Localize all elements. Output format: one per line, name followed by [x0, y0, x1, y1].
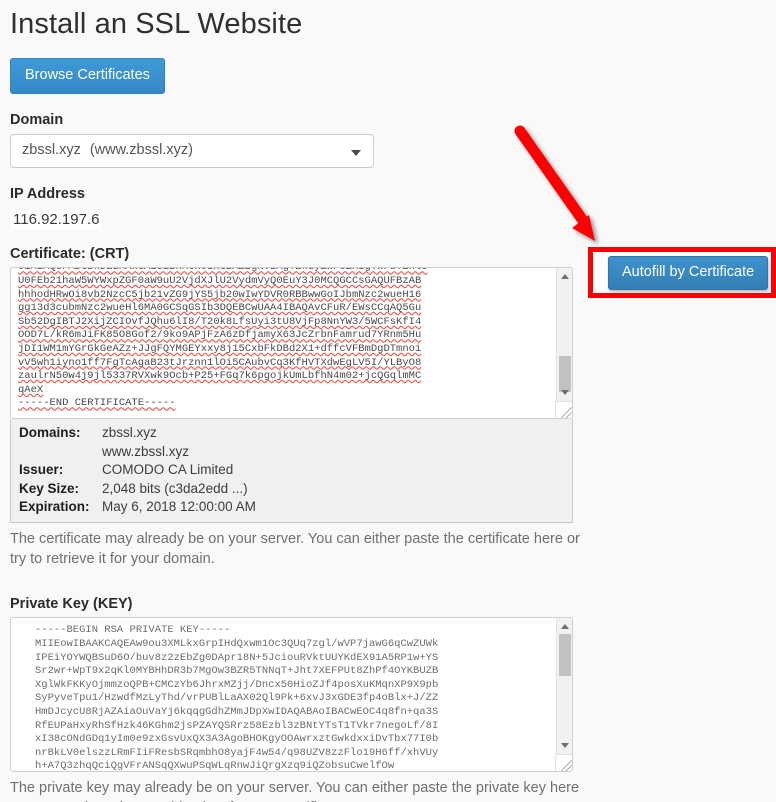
private-key-help-text: The private key may already be on your s… [10, 780, 580, 802]
certificate-info-box: Domains: zbssl.xyz www.zbssl.xyz Issuer:… [10, 419, 573, 524]
domain-label: Domain [10, 112, 64, 129]
install-ssl-website-page: Install an SSL Website Browse Certificat… [0, 0, 776, 802]
certificate-text: OiMzAQsFADCBkDELMAkGA1UEBhMCR0IxGzAZBgNV… [18, 267, 428, 410]
expiration-label: Expiration: [19, 499, 90, 515]
domains-label: Domains: [19, 425, 81, 441]
browse-certificates-button[interactable]: Browse Certificates [10, 58, 165, 95]
scroll-down-icon[interactable] [560, 743, 569, 749]
domains-value-secondary: www.zbssl.xyz [102, 443, 190, 459]
ip-address-label: IP Address [10, 186, 85, 203]
info-row-domains: Domains: zbssl.xyz [19, 424, 564, 442]
info-row-key-size: Key Size: 2,048 bits (c3da2edd ...) [19, 480, 564, 498]
scroll-up-icon[interactable] [560, 274, 569, 280]
issuer-value: COMODO CA Limited [102, 462, 234, 478]
private-key-textarea[interactable]: -----BEGIN RSA PRIVATE KEY----- MIIEowIB… [10, 617, 573, 773]
certificate-scrollbar[interactable] [556, 268, 572, 419]
resize-handle[interactable] [555, 401, 572, 419]
private-key-label: Private Key (KEY) [10, 596, 133, 613]
page-title: Install an SSL Website [10, 8, 303, 40]
ip-address-value: 116.92.197.6 [10, 210, 103, 230]
issuer-label: Issuer: [19, 462, 64, 478]
info-row-expiration: Expiration: May 6, 2018 12:00:00 AM [19, 498, 564, 516]
chevron-down-icon [351, 150, 361, 157]
domain-alias: (www.zbssl.xyz) [89, 142, 193, 159]
domain-name: zbssl.xyz [22, 142, 81, 159]
key-size-label: Key Size: [19, 480, 80, 496]
certificate-textarea[interactable]: OiMzAQsFADCBkDELMAkGA1UEBhMCR0IxGzAZBgNV… [10, 267, 573, 420]
info-row-issuer: Issuer: COMODO CA Limited [19, 461, 564, 479]
domain-select-value: zbssl.xyz (www.zbssl.xyz) [22, 142, 193, 158]
key-size-value: 2,048 bits (c3da2edd ...) [102, 480, 248, 496]
domains-value-primary: zbssl.xyz [102, 425, 157, 441]
scroll-up-icon[interactable] [560, 624, 569, 630]
expiration-value: May 6, 2018 12:00:00 AM [102, 499, 256, 515]
certificate-help-text: The certificate may already be on your s… [10, 531, 580, 568]
domain-select[interactable]: zbssl.xyz (www.zbssl.xyz) [10, 134, 374, 169]
private-key-text: -----BEGIN RSA PRIVATE KEY----- MIIEowIB… [35, 624, 439, 773]
scrollbar-thumb[interactable] [559, 356, 571, 393]
scrollbar-thumb[interactable] [559, 634, 571, 677]
private-key-scrollbar[interactable] [556, 618, 572, 772]
autofill-by-certificate-button[interactable]: Autofill by Certificate [608, 256, 769, 291]
resize-handle[interactable] [555, 754, 572, 772]
scroll-down-icon[interactable] [560, 390, 569, 396]
